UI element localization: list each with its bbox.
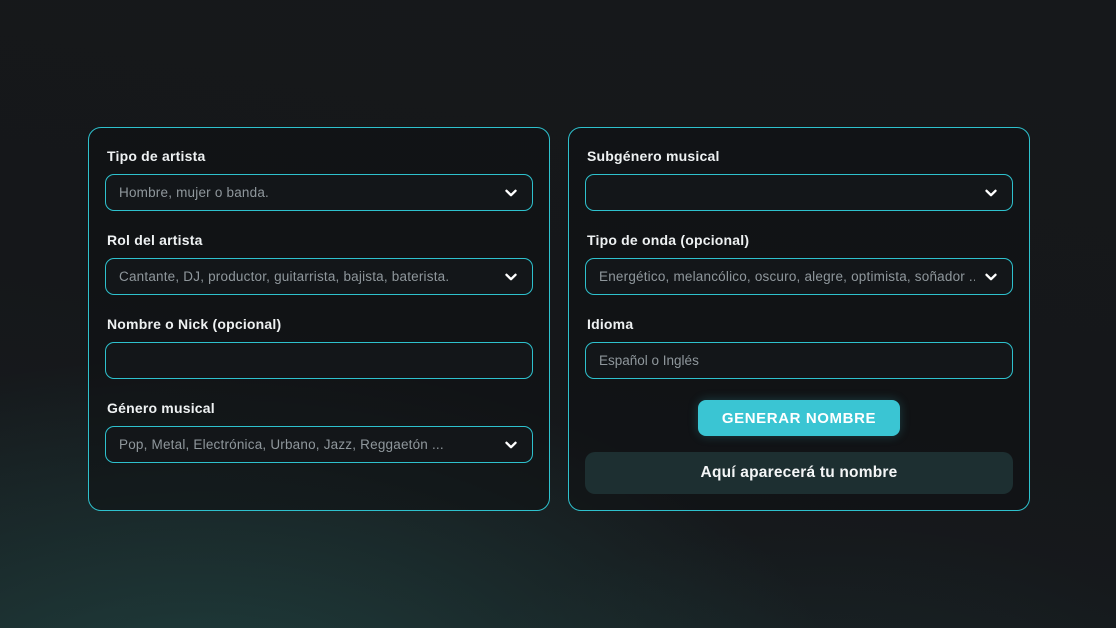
tipo-de-onda-select[interactable]: Energético, melancólico, oscuro, alegre,… — [585, 258, 1013, 295]
app-background: Tipo de artista Hombre, mujer o banda. R… — [0, 0, 1116, 628]
select-placeholder: Hombre, mujer o banda. — [119, 185, 495, 200]
generated-name-result: Aquí aparecerá tu nombre — [585, 452, 1013, 494]
rol-del-artista-label: Rol del artista — [107, 231, 533, 249]
field-group-nombre-o-nick: Nombre o Nick (opcional) — [105, 315, 533, 379]
idioma-label: Idioma — [587, 315, 1013, 333]
chevron-down-icon — [503, 269, 519, 285]
genero-musical-label: Género musical — [107, 399, 533, 417]
field-group-tipo-de-onda: Tipo de onda (opcional) Energético, mela… — [585, 231, 1013, 295]
nombre-o-nick-label: Nombre o Nick (opcional) — [107, 315, 533, 333]
nombre-o-nick-input[interactable] — [105, 342, 533, 379]
form-panels: Tipo de artista Hombre, mujer o banda. R… — [88, 127, 1030, 511]
chevron-down-icon — [503, 185, 519, 201]
genero-musical-select[interactable]: Pop, Metal, Electrónica, Urbano, Jazz, R… — [105, 426, 533, 463]
field-group-subgenero-musical: Subgénero musical — [585, 147, 1013, 211]
generate-name-button[interactable]: GENERAR NOMBRE — [698, 400, 900, 436]
field-group-rol-del-artista: Rol del artista Cantante, DJ, productor,… — [105, 231, 533, 295]
right-form-panel: Subgénero musical Tipo de onda (opcional… — [568, 127, 1030, 511]
subgenero-musical-label: Subgénero musical — [587, 147, 1013, 165]
select-placeholder: Cantante, DJ, productor, guitarrista, ba… — [119, 269, 495, 284]
field-group-tipo-de-artista: Tipo de artista Hombre, mujer o banda. — [105, 147, 533, 211]
idioma-input[interactable] — [585, 342, 1013, 379]
tipo-de-onda-label: Tipo de onda (opcional) — [587, 231, 1013, 249]
field-group-idioma: Idioma — [585, 315, 1013, 379]
select-placeholder: Pop, Metal, Electrónica, Urbano, Jazz, R… — [119, 437, 495, 452]
tipo-de-artista-label: Tipo de artista — [107, 147, 533, 165]
rol-del-artista-select[interactable]: Cantante, DJ, productor, guitarrista, ba… — [105, 258, 533, 295]
chevron-down-icon — [983, 185, 999, 201]
subgenero-musical-select[interactable] — [585, 174, 1013, 211]
chevron-down-icon — [503, 437, 519, 453]
left-form-panel: Tipo de artista Hombre, mujer o banda. R… — [88, 127, 550, 511]
field-group-genero-musical: Género musical Pop, Metal, Electrónica, … — [105, 399, 533, 463]
select-placeholder: Energético, melancólico, oscuro, alegre,… — [599, 269, 975, 284]
tipo-de-artista-select[interactable]: Hombre, mujer o banda. — [105, 174, 533, 211]
chevron-down-icon — [983, 269, 999, 285]
